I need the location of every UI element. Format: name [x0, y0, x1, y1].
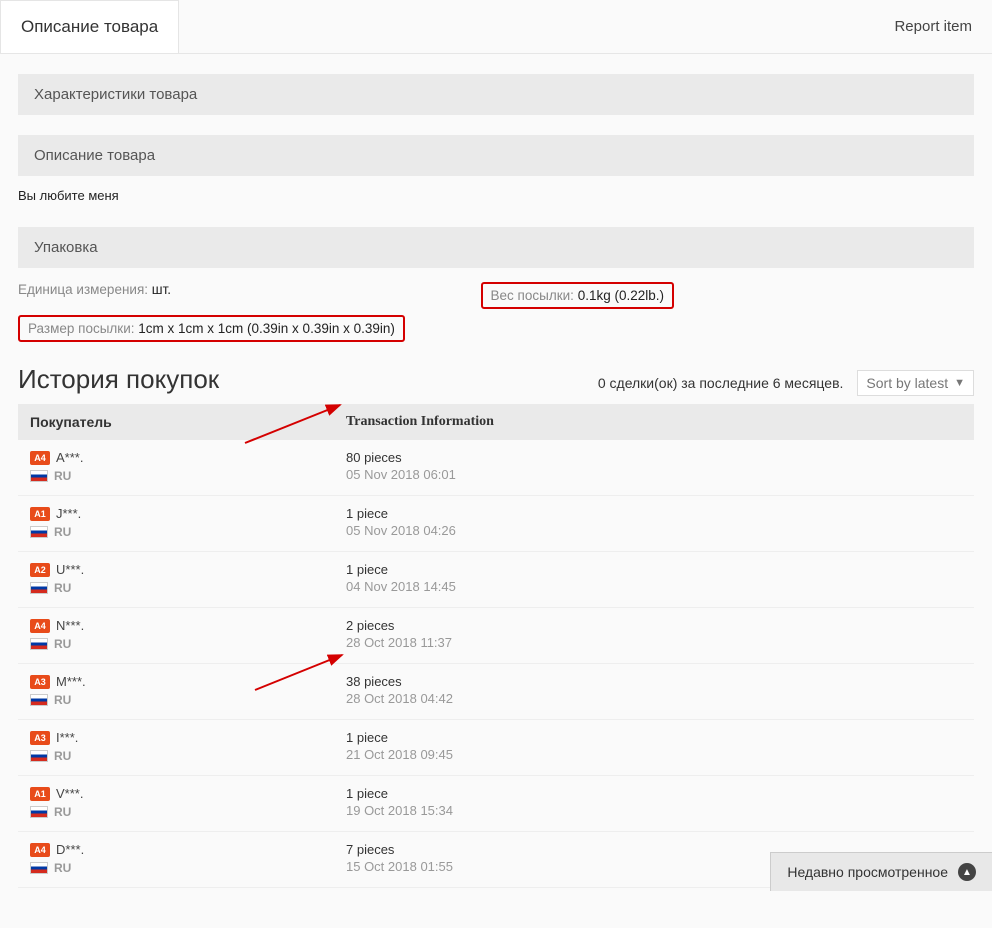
country-code: RU: [54, 469, 71, 483]
transaction-pieces: 1 piece: [346, 730, 974, 745]
packaging-weight-highlight: Вес посылки: 0.1kg (0.22lb.): [481, 282, 674, 309]
buyer-cell: A1 V***. RU: [18, 786, 338, 819]
transaction-pieces: 1 piece: [346, 562, 974, 577]
history-header: История покупок 0 сделки(ок) за последни…: [18, 364, 974, 396]
transaction-date: 28 Oct 2018 11:37: [346, 635, 974, 650]
buyer-name: V***.: [56, 786, 83, 801]
buyer-name: U***.: [56, 562, 84, 577]
packaging-size-label: Размер посылки:: [28, 321, 135, 336]
transaction-cell: 80 pieces 05 Nov 2018 06:01: [338, 450, 974, 483]
col-buyer-header: Покупатель: [18, 414, 338, 430]
transaction-date: 05 Nov 2018 04:26: [346, 523, 974, 538]
flag-icon: [30, 582, 48, 594]
col-transaction-header: Transaction Information: [338, 414, 974, 430]
transaction-pieces: 80 pieces: [346, 450, 974, 465]
flag-icon: [30, 694, 48, 706]
flag-icon: [30, 862, 48, 874]
transaction-pieces: 2 pieces: [346, 618, 974, 633]
country-code: RU: [54, 805, 71, 819]
section-description: Описание товара: [18, 135, 974, 176]
section-specs: Характеристики товара: [18, 74, 974, 115]
buyer-level-badge: A4: [30, 843, 50, 857]
transaction-pieces: 38 pieces: [346, 674, 974, 689]
buyer-name: A***.: [56, 450, 83, 465]
country-code: RU: [54, 861, 71, 875]
buyer-level-badge: A1: [30, 507, 50, 521]
transaction-cell: 2 pieces 28 Oct 2018 11:37: [338, 618, 974, 651]
buyer-level-badge: A4: [30, 451, 50, 465]
buyer-name: J***.: [56, 506, 81, 521]
transaction-date: 04 Nov 2018 14:45: [346, 579, 974, 594]
description-body: Вы любите меня: [18, 176, 974, 207]
country-code: RU: [54, 525, 71, 539]
transaction-cell: 1 piece 05 Nov 2018 04:26: [338, 506, 974, 539]
flag-icon: [30, 470, 48, 482]
packaging-weight-label: Вес посылки:: [491, 288, 574, 303]
buyer-cell: A1 J***. RU: [18, 506, 338, 539]
buyer-level-badge: A3: [30, 731, 50, 745]
report-item-link[interactable]: Report item: [874, 2, 992, 51]
country-code: RU: [54, 693, 71, 707]
packaging-size-value: 1cm x 1cm x 1cm (0.39in x 0.39in x 0.39i…: [138, 321, 395, 336]
chevron-down-icon: ▼: [954, 377, 965, 389]
buyer-cell: A2 U***. RU: [18, 562, 338, 595]
table-row: A1 J***. RU 1 piece 05 Nov 2018 04:26: [18, 496, 974, 552]
table-row: A4 N***. RU 2 pieces 28 Oct 2018 11:37: [18, 608, 974, 664]
buyer-name: M***.: [56, 674, 86, 689]
buyer-level-badge: A3: [30, 675, 50, 689]
flag-icon: [30, 526, 48, 538]
tabs-row: Описание товара Report item: [0, 0, 992, 54]
buyer-level-badge: A4: [30, 619, 50, 633]
history-table-header: Покупатель Transaction Information: [18, 404, 974, 440]
deals-count: 0 сделки(ок) за последние 6 месяцев.: [598, 375, 844, 391]
buyer-name: N***.: [56, 618, 84, 633]
history-title: История покупок: [18, 364, 219, 395]
transaction-date: 19 Oct 2018 15:34: [346, 803, 974, 818]
table-row: A4 A***. RU 80 pieces 05 Nov 2018 06:01: [18, 440, 974, 496]
packaging-unit-value: шт.: [152, 282, 171, 297]
packaging-details: Единица измерения: шт. Вес посылки: 0.1k…: [18, 268, 974, 313]
buyer-cell: A3 M***. RU: [18, 674, 338, 707]
country-code: RU: [54, 581, 71, 595]
transaction-pieces: 1 piece: [346, 506, 974, 521]
transaction-date: 28 Oct 2018 04:42: [346, 691, 974, 706]
section-packaging: Упаковка: [18, 227, 974, 268]
transaction-date: 21 Oct 2018 09:45: [346, 747, 974, 762]
country-code: RU: [54, 749, 71, 763]
transaction-cell: 1 piece 19 Oct 2018 15:34: [338, 786, 974, 819]
packaging-size-highlight: Размер посылки: 1cm x 1cm x 1cm (0.39in …: [18, 315, 405, 342]
sort-dropdown[interactable]: Sort by latest ▼: [857, 370, 974, 396]
table-row: A2 U***. RU 1 piece 04 Nov 2018 14:45: [18, 552, 974, 608]
chevron-up-icon: ▲: [958, 863, 976, 881]
transaction-cell: 1 piece 04 Nov 2018 14:45: [338, 562, 974, 595]
buyer-cell: A4 D***. RU: [18, 842, 338, 875]
table-row: A3 M***. RU 38 pieces 28 Oct 2018 04:42: [18, 664, 974, 720]
flag-icon: [30, 638, 48, 650]
buyer-cell: A4 A***. RU: [18, 450, 338, 483]
buyer-level-badge: A1: [30, 787, 50, 801]
tab-description[interactable]: Описание товара: [0, 0, 179, 53]
table-row: A3 I***. RU 1 piece 21 Oct 2018 09:45: [18, 720, 974, 776]
buyer-level-badge: A2: [30, 563, 50, 577]
packaging-unit-label: Единица измерения:: [18, 282, 148, 297]
packaging-unit: Единица измерения: шт.: [18, 282, 171, 309]
transaction-list: A4 A***. RU 80 pieces 05 Nov 2018 06:01 A1 J**…: [18, 440, 974, 888]
buyer-cell: A3 I***. RU: [18, 730, 338, 763]
transaction-cell: 38 pieces 28 Oct 2018 04:42: [338, 674, 974, 707]
country-code: RU: [54, 637, 71, 651]
recently-viewed-label: Недавно просмотренное: [787, 864, 948, 880]
table-row: A1 V***. RU 1 piece 19 Oct 2018 15:34: [18, 776, 974, 832]
sort-label: Sort by latest: [866, 375, 948, 391]
transaction-pieces: 1 piece: [346, 786, 974, 801]
recently-viewed-bar[interactable]: Недавно просмотренное ▲: [770, 852, 992, 891]
transaction-date: 05 Nov 2018 06:01: [346, 467, 974, 482]
buyer-name: I***.: [56, 730, 78, 745]
flag-icon: [30, 750, 48, 762]
packaging-weight-value: 0.1kg (0.22lb.): [578, 288, 664, 303]
buyer-cell: A4 N***. RU: [18, 618, 338, 651]
buyer-name: D***.: [56, 842, 84, 857]
transaction-cell: 1 piece 21 Oct 2018 09:45: [338, 730, 974, 763]
flag-icon: [30, 806, 48, 818]
